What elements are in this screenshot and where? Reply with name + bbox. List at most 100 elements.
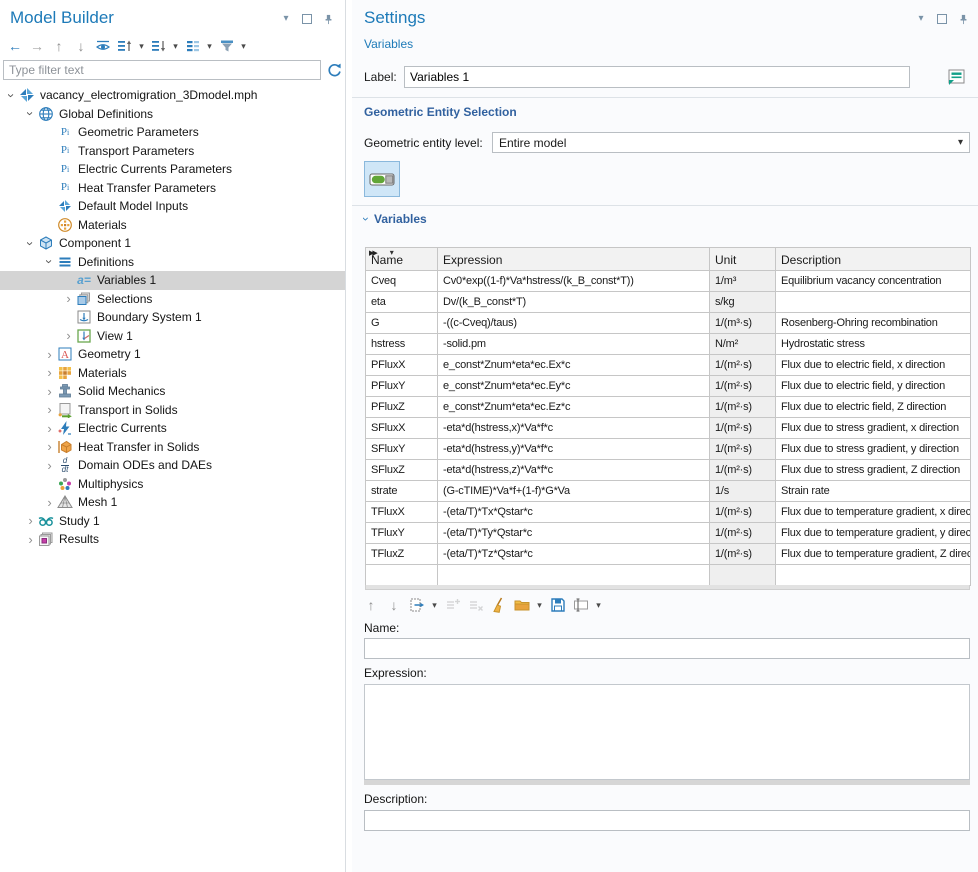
tree-item-transport-in-solids[interactable]: ›Transport in Solids <box>0 401 345 420</box>
forward-icon[interactable]: → <box>28 37 46 55</box>
cell-description[interactable]: Equilibrium vacancy concentration <box>776 271 971 292</box>
cell-name[interactable]: SFluxX <box>366 418 438 439</box>
tree-item-electric-currents[interactable]: ›Electric Currents <box>0 419 345 438</box>
pin-icon[interactable] <box>321 12 335 26</box>
cell-unit[interactable]: 1/(m³·s) <box>710 313 776 334</box>
filter-input[interactable] <box>3 60 321 80</box>
cell-name[interactable] <box>366 565 438 586</box>
move-down-icon[interactable]: ↓ <box>72 37 90 55</box>
cell-description[interactable]: Flux due to temperature gradient, x dire… <box>776 502 971 523</box>
tree-item-definitions[interactable]: ›Definitions <box>0 253 345 272</box>
cell-expression[interactable]: -eta*d(hstress,z)*Va*f*c <box>438 460 710 481</box>
cell-unit[interactable]: s/kg <box>710 292 776 313</box>
tree-item-materials[interactable]: ›Materials <box>0 216 345 235</box>
collapsed-chevron-icon[interactable]: › <box>42 458 57 473</box>
cell-unit[interactable]: 1/(m²·s) <box>710 460 776 481</box>
cell-name[interactable]: TFluxZ <box>366 544 438 565</box>
cell-expression[interactable]: -(eta/T)*Ty*Qstar*c <box>438 523 710 544</box>
load-icon[interactable] <box>513 596 531 614</box>
cell-unit[interactable]: 1/(m²·s) <box>710 397 776 418</box>
cell-unit[interactable]: N/m² <box>710 334 776 355</box>
cell-name[interactable]: Cveq <box>366 271 438 292</box>
cell-description[interactable]: Flux due to stress gradient, Z direction <box>776 460 971 481</box>
tree-item-multiphysics[interactable]: ›Multiphysics <box>0 475 345 494</box>
sort-columns-icon[interactable]: ▶▶ <box>369 249 376 257</box>
dropdown-arrow-icon[interactable]: ▾ <box>430 600 439 611</box>
cell-description[interactable]: Strain rate <box>776 481 971 502</box>
settings-subtitle[interactable]: Variables <box>364 37 413 51</box>
node-text-icon[interactable] <box>184 37 202 55</box>
expanded-chevron-icon[interactable]: › <box>23 236 38 251</box>
geometric-entity-level-dropdown[interactable]: Entire model ▾ <box>492 132 970 153</box>
cell-unit[interactable]: 1/(m²·s) <box>710 418 776 439</box>
cell-name[interactable]: TFluxY <box>366 523 438 544</box>
edit-icon[interactable] <box>572 596 590 614</box>
pin-icon[interactable] <box>956 12 970 26</box>
cell-unit[interactable]: 1/(m²·s) <box>710 502 776 523</box>
collapsed-chevron-icon[interactable]: › <box>42 439 57 454</box>
col-header-expression[interactable]: Expression <box>438 248 710 271</box>
menu-down-icon[interactable]: ▾ <box>279 12 293 26</box>
cell-description[interactable]: Flux due to temperature gradient, y dire… <box>776 523 971 544</box>
cell-description[interactable]: Flux due to stress gradient, y direction <box>776 439 971 460</box>
cell-unit[interactable]: 1/(m²·s) <box>710 355 776 376</box>
cell-unit[interactable]: 1/s <box>710 481 776 502</box>
active-toggle-button[interactable] <box>364 161 400 197</box>
cell-unit[interactable]: 1/m³ <box>710 271 776 292</box>
cell-expression[interactable]: Cv0*exp((1-f)*Va*hstress/(k_B_const*T)) <box>438 271 710 292</box>
cell-description[interactable]: Flux due to stress gradient, x direction <box>776 418 971 439</box>
tree-item-study-1[interactable]: ›Study 1 <box>0 512 345 531</box>
cell-expression[interactable]: -(eta/T)*Tz*Qstar*c <box>438 544 710 565</box>
tree-item-global-definitions[interactable]: ›Global Definitions <box>0 105 345 124</box>
move-up-icon[interactable]: ↑ <box>362 596 380 614</box>
expression-input[interactable] <box>364 684 970 780</box>
cell-expression[interactable]: e_const*Znum*eta*ec.Ey*c <box>438 376 710 397</box>
variables-section-header[interactable]: › Variables <box>364 212 427 226</box>
tree-item-variables-1[interactable]: ›a=Variables 1 <box>0 271 345 290</box>
expanded-chevron-icon[interactable]: › <box>42 254 57 269</box>
tree-item-transport-parameters[interactable]: ›PiTransport Parameters <box>0 142 345 161</box>
cell-unit[interactable]: 1/(m²·s) <box>710 376 776 397</box>
cell-description[interactable]: Flux due to electric field, y direction <box>776 376 971 397</box>
dropdown-arrow-icon[interactable]: ▾ <box>594 600 603 611</box>
cell-name[interactable]: PFluxZ <box>366 397 438 418</box>
move-to-icon[interactable] <box>408 596 426 614</box>
collapsed-chevron-icon[interactable]: › <box>42 365 57 380</box>
collapsed-chevron-icon[interactable]: › <box>42 421 57 436</box>
tree-item-vacancy-electromigration-3dmodel-mph[interactable]: ›vacancy_electromigration_3Dmodel.mph <box>0 86 345 105</box>
collapsed-chevron-icon[interactable]: › <box>23 513 38 528</box>
expanded-chevron-icon[interactable]: › <box>4 88 19 103</box>
table-scrollbar[interactable] <box>365 585 970 590</box>
tree-item-selections[interactable]: ›Selections <box>0 290 345 309</box>
cell-description[interactable]: Flux due to electric field, x direction <box>776 355 971 376</box>
cell-expression[interactable]: -solid.pm <box>438 334 710 355</box>
cell-expression[interactable]: e_const*Znum*eta*ec.Ez*c <box>438 397 710 418</box>
cell-name[interactable]: PFluxX <box>366 355 438 376</box>
cell-expression[interactable]: -eta*d(hstress,x)*Va*f*c <box>438 418 710 439</box>
cell-unit[interactable]: 1/(m²·s) <box>710 544 776 565</box>
cell-expression[interactable]: e_const*Znum*eta*ec.Ex*c <box>438 355 710 376</box>
tree-item-geometry-1[interactable]: ›AGeometry 1 <box>0 345 345 364</box>
cell-unit[interactable]: 1/(m²·s) <box>710 523 776 544</box>
label-edit-icon[interactable] <box>946 66 968 88</box>
dropdown-arrow-icon[interactable]: ▾ <box>205 41 214 52</box>
filter-icon[interactable] <box>218 37 236 55</box>
clear-icon[interactable] <box>490 596 508 614</box>
tree-item-heat-transfer-parameters[interactable]: ›PiHeat Transfer Parameters <box>0 179 345 198</box>
menu-down-icon[interactable]: ▾ <box>914 12 928 26</box>
cell-description[interactable]: Rosenberg-Ohring recombination <box>776 313 971 334</box>
tree-item-boundary-system-1[interactable]: ›Boundary System 1 <box>0 308 345 327</box>
dropdown-arrow-icon[interactable]: ▾ <box>535 600 544 611</box>
collapsed-chevron-icon[interactable]: › <box>42 402 57 417</box>
cell-expression[interactable]: -eta*d(hstress,y)*Va*f*c <box>438 439 710 460</box>
expand-all-icon[interactable] <box>116 37 134 55</box>
tree-item-view-1[interactable]: ›View 1 <box>0 327 345 346</box>
collapsed-chevron-icon[interactable]: › <box>42 347 57 362</box>
dropdown-arrow-icon[interactable]: ▾ <box>239 41 248 52</box>
dropdown-arrow-icon[interactable]: ▾ <box>137 41 146 52</box>
cell-unit[interactable]: 1/(m²·s) <box>710 439 776 460</box>
cell-description[interactable]: Hydrostatic stress <box>776 334 971 355</box>
cell-description[interactable] <box>776 292 971 313</box>
tree-item-mesh-1[interactable]: ›Mesh 1 <box>0 493 345 512</box>
dropdown-arrow-icon[interactable]: ▾ <box>171 41 180 52</box>
